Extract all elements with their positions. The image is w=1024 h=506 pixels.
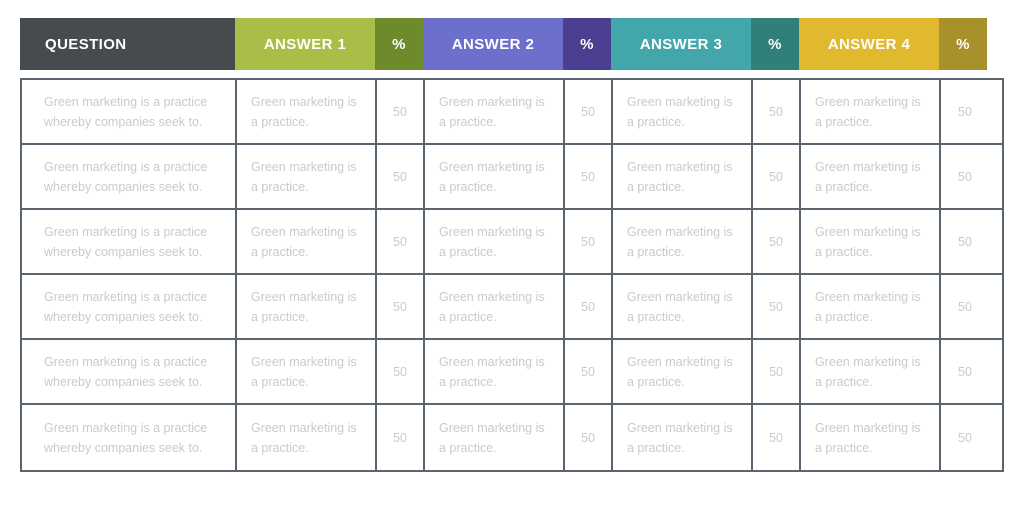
- table-header-row: QUESTION ANSWER 1% ANSWER 2% ANSWER 3% ANSWE…: [20, 18, 1004, 70]
- cell-answer2[interactable]: Green marketing is a practice.: [425, 275, 565, 338]
- cell-answer4[interactable]: Green marketing is a practice.: [801, 145, 941, 208]
- cell-answer3[interactable]: Green marketing is a practice.: [613, 210, 753, 273]
- column-header-answer4[interactable]: ANSWER 4: [799, 18, 939, 70]
- cell-question[interactable]: Green marketing is a practice whereby co…: [22, 80, 237, 143]
- cell-pct1[interactable]: 50: [377, 145, 425, 208]
- cell-pct4[interactable]: 50: [941, 80, 989, 143]
- table-row: Green marketing is a practice whereby co…: [22, 210, 1002, 275]
- cell-answer2[interactable]: Green marketing is a practice.: [425, 210, 565, 273]
- column-header-pct3[interactable]: %: [751, 18, 799, 70]
- cell-question[interactable]: Green marketing is a practice whereby co…: [22, 210, 237, 273]
- cell-pct3[interactable]: 50: [753, 145, 801, 208]
- cell-answer3[interactable]: Green marketing is a practice.: [613, 340, 753, 403]
- cell-pct4[interactable]: 50: [941, 405, 989, 470]
- cell-answer4[interactable]: Green marketing is a practice.: [801, 80, 941, 143]
- column-header-answer2[interactable]: ANSWER 2: [423, 18, 563, 70]
- cell-pct1[interactable]: 50: [377, 340, 425, 403]
- cell-pct2[interactable]: 50: [565, 145, 613, 208]
- cell-answer3[interactable]: Green marketing is a practice.: [613, 80, 753, 143]
- table-body: Green marketing is a practice whereby co…: [20, 78, 1004, 472]
- table-row: Green marketing is a practice whereby co…: [22, 80, 1002, 145]
- cell-pct1[interactable]: 50: [377, 405, 425, 470]
- cell-answer3[interactable]: Green marketing is a practice.: [613, 275, 753, 338]
- cell-answer2[interactable]: Green marketing is a practice.: [425, 405, 565, 470]
- table-row: Green marketing is a practice whereby co…: [22, 145, 1002, 210]
- column-header-pct4[interactable]: %: [939, 18, 987, 70]
- column-header-question[interactable]: QUESTION: [20, 18, 235, 70]
- cell-pct2[interactable]: 50: [565, 340, 613, 403]
- cell-pct4[interactable]: 50: [941, 275, 989, 338]
- cell-pct3[interactable]: 50: [753, 340, 801, 403]
- cell-pct1[interactable]: 50: [377, 80, 425, 143]
- cell-answer2[interactable]: Green marketing is a practice.: [425, 340, 565, 403]
- cell-pct1[interactable]: 50: [377, 210, 425, 273]
- cell-pct2[interactable]: 50: [565, 405, 613, 470]
- cell-answer1[interactable]: Green marketing is a practice.: [237, 80, 377, 143]
- table-row: Green marketing is a practice whereby co…: [22, 340, 1002, 405]
- cell-answer3[interactable]: Green marketing is a practice.: [613, 145, 753, 208]
- cell-pct4[interactable]: 50: [941, 340, 989, 403]
- cell-answer1[interactable]: Green marketing is a practice.: [237, 145, 377, 208]
- cell-question[interactable]: Green marketing is a practice whereby co…: [22, 405, 237, 470]
- cell-answer4[interactable]: Green marketing is a practice.: [801, 210, 941, 273]
- cell-pct3[interactable]: 50: [753, 80, 801, 143]
- column-header-answer1[interactable]: ANSWER 1: [235, 18, 375, 70]
- cell-pct4[interactable]: 50: [941, 145, 989, 208]
- cell-pct3[interactable]: 50: [753, 275, 801, 338]
- cell-question[interactable]: Green marketing is a practice whereby co…: [22, 340, 237, 403]
- cell-answer2[interactable]: Green marketing is a practice.: [425, 80, 565, 143]
- cell-pct2[interactable]: 50: [565, 275, 613, 338]
- cell-pct4[interactable]: 50: [941, 210, 989, 273]
- cell-pct1[interactable]: 50: [377, 275, 425, 338]
- column-header-pct1[interactable]: %: [375, 18, 423, 70]
- cell-answer1[interactable]: Green marketing is a practice.: [237, 210, 377, 273]
- cell-answer1[interactable]: Green marketing is a practice.: [237, 275, 377, 338]
- table-row: Green marketing is a practice whereby co…: [22, 275, 1002, 340]
- cell-pct3[interactable]: 50: [753, 405, 801, 470]
- cell-question[interactable]: Green marketing is a practice whereby co…: [22, 275, 237, 338]
- column-header-answer3[interactable]: ANSWER 3: [611, 18, 751, 70]
- column-header-pct2[interactable]: %: [563, 18, 611, 70]
- cell-answer4[interactable]: Green marketing is a practice.: [801, 340, 941, 403]
- table-row: Green marketing is a practice whereby co…: [22, 405, 1002, 470]
- cell-answer3[interactable]: Green marketing is a practice.: [613, 405, 753, 470]
- cell-pct2[interactable]: 50: [565, 210, 613, 273]
- cell-answer1[interactable]: Green marketing is a practice.: [237, 340, 377, 403]
- cell-pct3[interactable]: 50: [753, 210, 801, 273]
- cell-answer4[interactable]: Green marketing is a practice.: [801, 275, 941, 338]
- cell-answer2[interactable]: Green marketing is a practice.: [425, 145, 565, 208]
- cell-answer1[interactable]: Green marketing is a practice.: [237, 405, 377, 470]
- cell-answer4[interactable]: Green marketing is a practice.: [801, 405, 941, 470]
- survey-results-table: QUESTION ANSWER 1% ANSWER 2% ANSWER 3% ANSWE…: [20, 18, 1004, 472]
- cell-pct2[interactable]: 50: [565, 80, 613, 143]
- cell-question[interactable]: Green marketing is a practice whereby co…: [22, 145, 237, 208]
